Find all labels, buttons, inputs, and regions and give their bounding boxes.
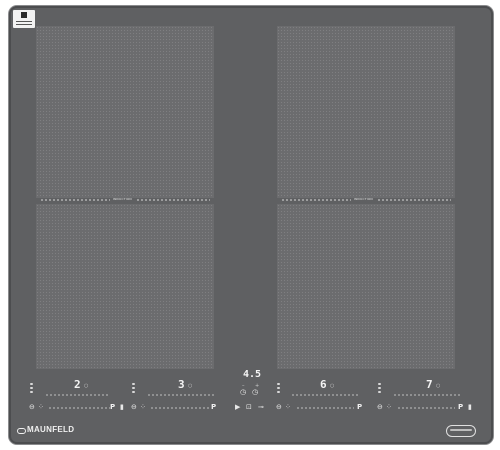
induction-logo-badge (446, 425, 476, 437)
zone1-fine-slider[interactable] (48, 407, 110, 409)
zone2-indicator (132, 383, 135, 395)
zone3-boost-button[interactable]: P (357, 403, 362, 411)
zone1-boost-bar[interactable]: ▮ (120, 404, 124, 411)
zone1-level-display: 2 (74, 378, 81, 391)
induction-label-left: INDUCTION (113, 197, 132, 201)
timer-display: 4.5 (243, 369, 262, 380)
energy-label-sticker (13, 10, 35, 28)
zone-divider-dots (281, 199, 351, 201)
zone2-boost-button[interactable]: P (211, 403, 216, 411)
zone3-level-display: 6 (320, 378, 327, 391)
zone4-fine-slider[interactable] (397, 407, 455, 409)
cooking-zone-right-front[interactable] (277, 204, 455, 369)
zone3-unit-mark: ○ (330, 383, 335, 389)
zone2-level-display: 3 (178, 378, 185, 391)
zone1-pot-icon[interactable]: ⊖ (29, 404, 35, 411)
brand-logo-icon (17, 428, 26, 434)
zone4-level-display: 7 (426, 378, 433, 391)
timer-clock-icon-2[interactable]: ◷ (252, 389, 258, 396)
brand-name: MAUNFELD (27, 425, 75, 434)
zone2-bridge-icon[interactable]: ⁘ (140, 404, 146, 411)
zone4-boost-button[interactable]: P (458, 403, 463, 411)
lock-key-icon[interactable]: ⊸ (258, 404, 264, 411)
power-button-icon[interactable]: ⊡ (246, 404, 252, 411)
zone4-pot-icon[interactable]: ⊖ (377, 404, 383, 411)
zone4-bridge-icon[interactable]: ⁘ (386, 404, 392, 411)
zone2-fine-slider[interactable] (150, 407, 210, 409)
zone3-pot-icon[interactable]: ⊖ (276, 404, 282, 411)
zone3-fine-slider[interactable] (296, 407, 354, 409)
zone3-bridge-icon[interactable]: ⁘ (285, 404, 291, 411)
zone-divider-dots (136, 199, 210, 201)
zone1-indicator (30, 383, 33, 395)
zone4-unit-mark: ○ (436, 383, 441, 389)
zone-divider-dots (377, 199, 451, 201)
zone1-unit-mark: ○ (84, 383, 89, 389)
zone-divider-dots (40, 199, 110, 201)
cooking-zone-left-rear[interactable] (36, 26, 214, 198)
zone3-power-slider[interactable] (291, 394, 359, 396)
induction-label-right: INDUCTION (354, 197, 373, 201)
zone3-indicator (277, 383, 280, 395)
zone4-indicator (378, 383, 381, 395)
play-icon[interactable]: ▶ (235, 404, 240, 411)
zone1-bridge-icon[interactable]: ⁘ (38, 404, 44, 411)
zone1-power-slider[interactable] (45, 394, 110, 396)
zone2-power-slider[interactable] (147, 394, 215, 396)
zone1-boost-button[interactable]: P (110, 403, 115, 411)
cooking-zone-left-front[interactable] (36, 204, 214, 369)
zone4-boost-bar[interactable]: ▮ (468, 404, 472, 411)
zone2-unit-mark: ○ (188, 383, 193, 389)
zone4-power-slider[interactable] (393, 394, 461, 396)
timer-clock-icon[interactable]: ◷ (240, 389, 246, 396)
cooking-zone-right-rear[interactable] (277, 26, 455, 198)
zone2-pot-icon[interactable]: ⊖ (131, 404, 137, 411)
